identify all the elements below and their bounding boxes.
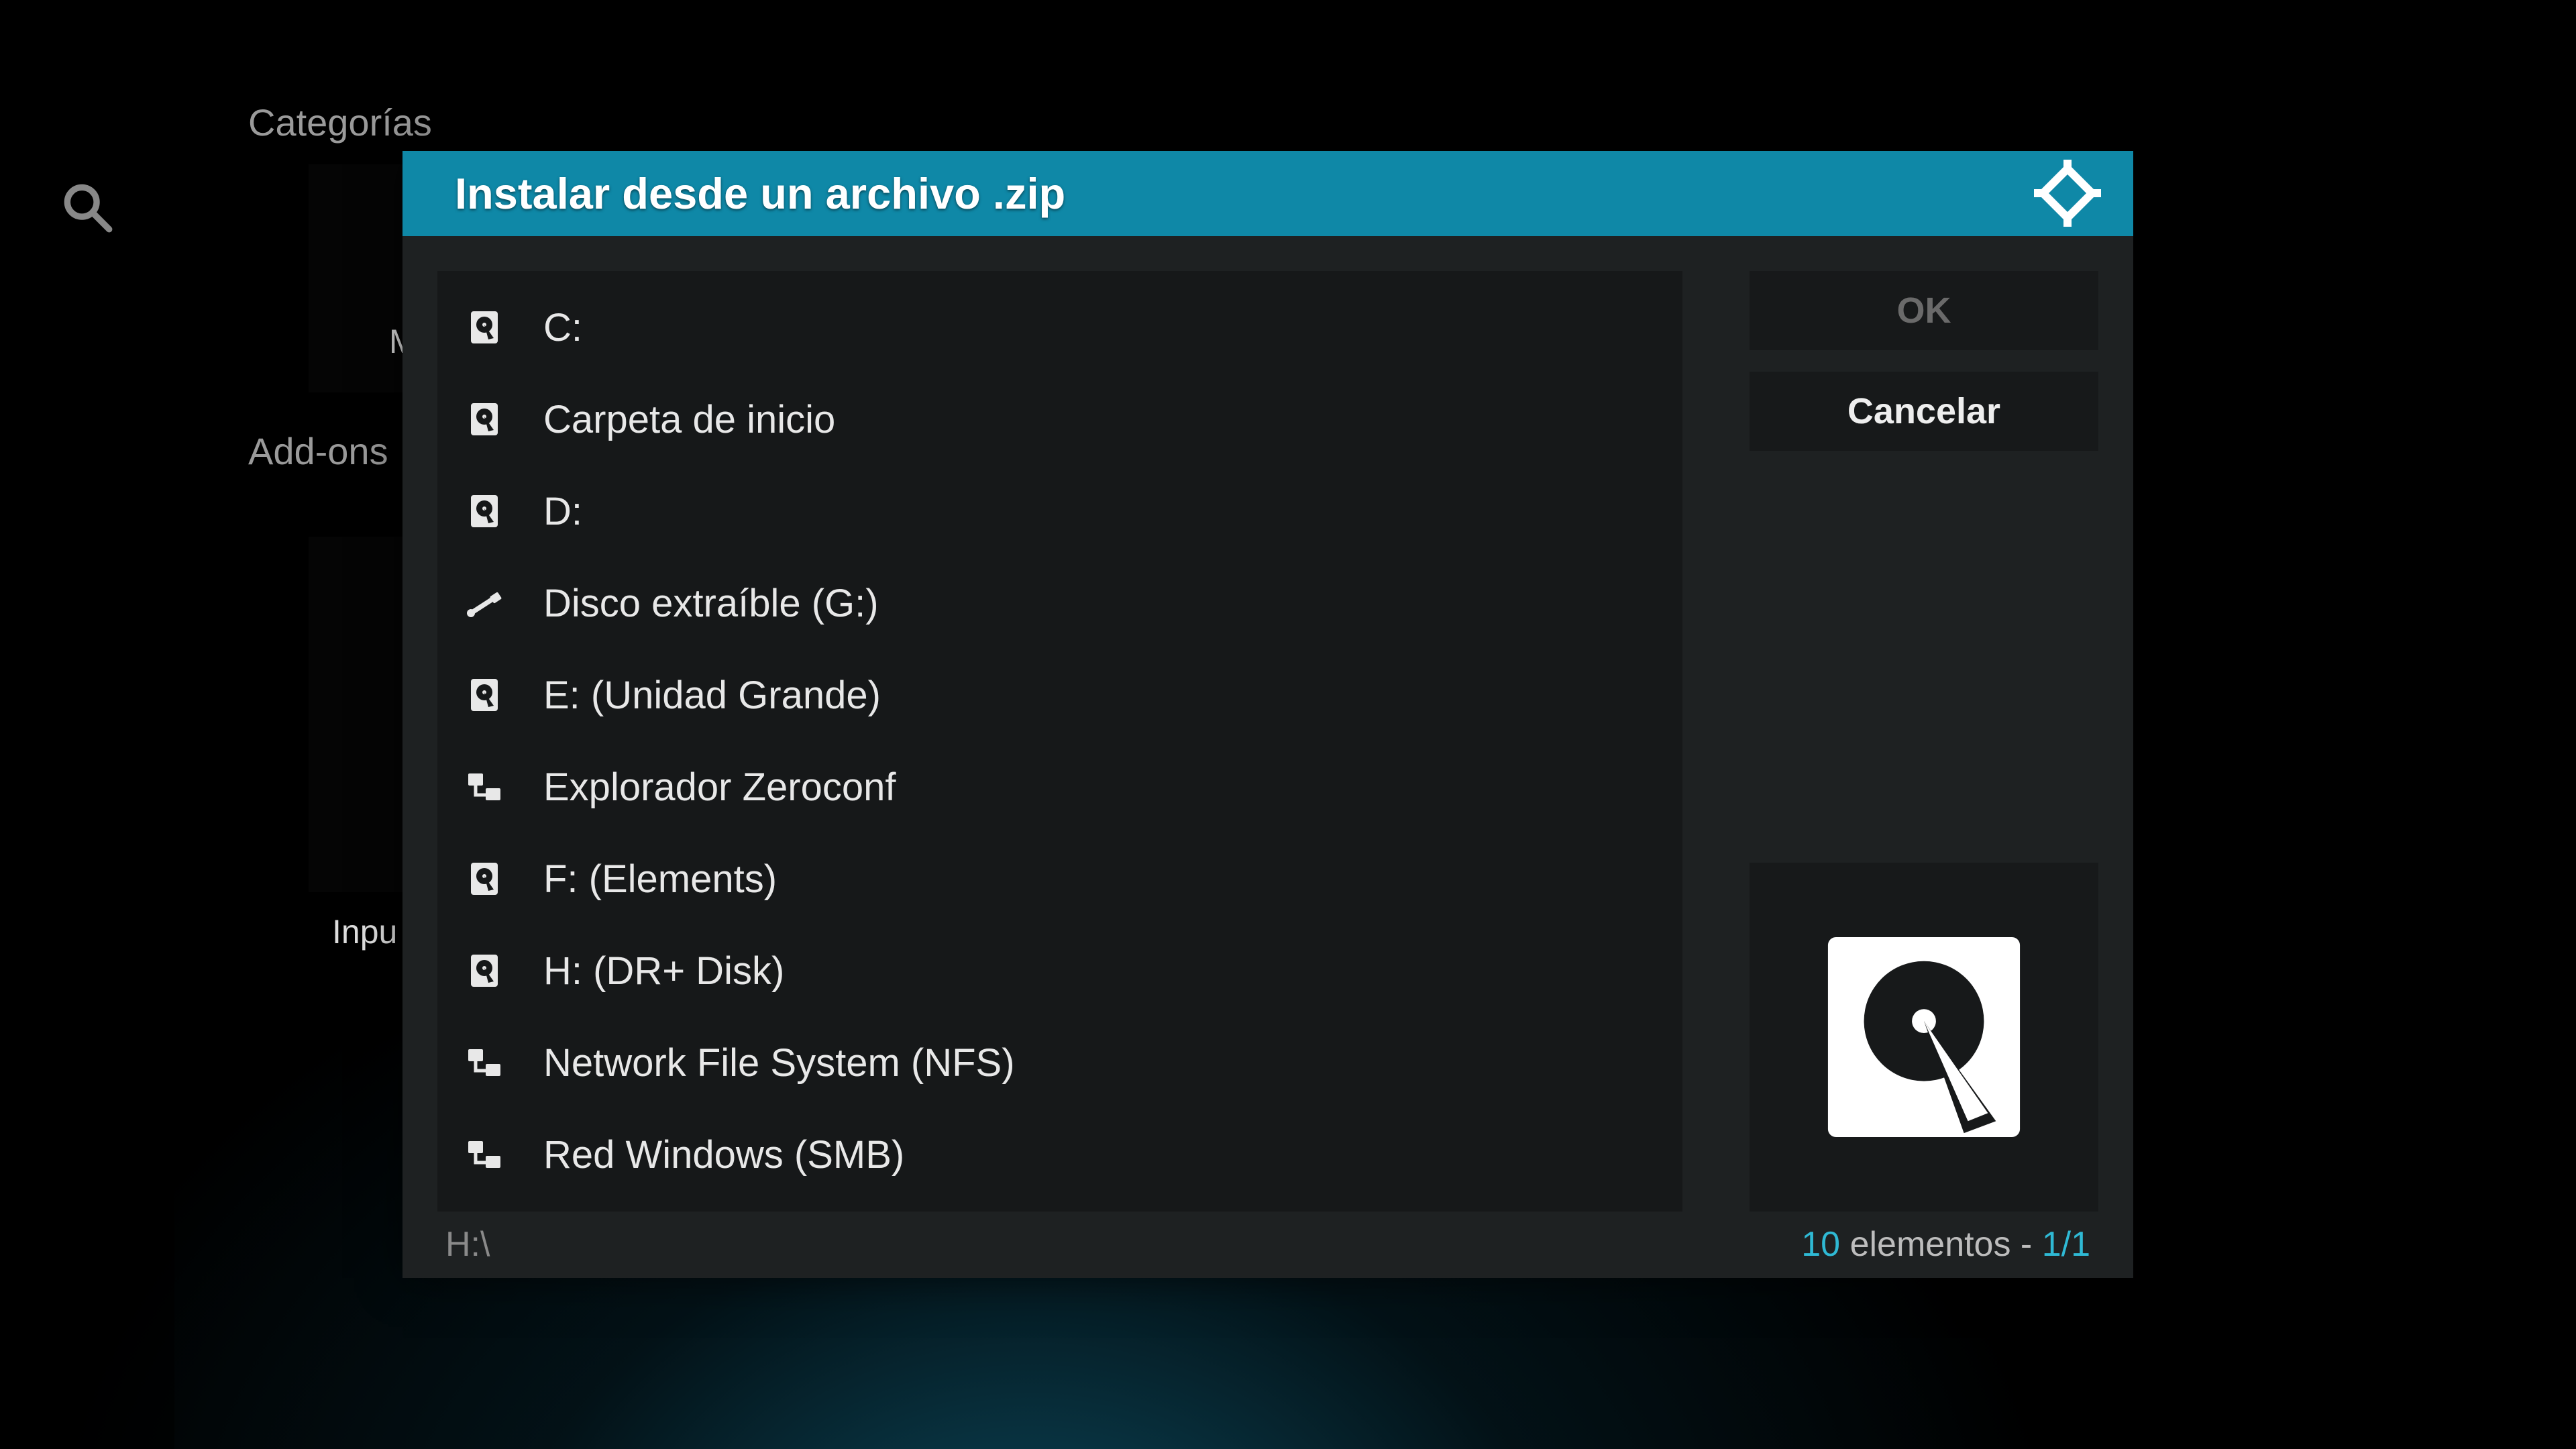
cancel-button[interactable]: Cancelar bbox=[1750, 372, 2098, 451]
file-list-item[interactable]: Explorador Zeroconf bbox=[437, 741, 1682, 833]
hdd-icon bbox=[466, 676, 503, 714]
file-list-item[interactable]: F: (Elements) bbox=[437, 833, 1682, 925]
file-item-label: F: (Elements) bbox=[543, 857, 777, 902]
dialog-header: Instalar desde un archivo .zip bbox=[402, 151, 2133, 236]
network-icon bbox=[466, 1044, 503, 1081]
file-list-item[interactable]: Disco extraíble (G:) bbox=[437, 557, 1682, 649]
file-item-label: Disco extraíble (G:) bbox=[543, 581, 879, 626]
file-item-label: Explorador Zeroconf bbox=[543, 765, 896, 810]
hdd-icon bbox=[466, 492, 503, 530]
dialog-title: Instalar desde un archivo .zip bbox=[455, 168, 1065, 219]
file-list-item[interactable]: E: (Unidad Grande) bbox=[437, 649, 1682, 741]
dialog-footer: H:\ 10 elementos - 1/1 bbox=[402, 1212, 2133, 1278]
count-word-text: elementos bbox=[1850, 1225, 2011, 1264]
file-item-label: D: bbox=[543, 489, 582, 534]
file-list: C: Carpeta de inicio D: Disco extraíble (G:… bbox=[437, 271, 1682, 1212]
search-icon[interactable] bbox=[61, 181, 113, 233]
kodi-logo-icon bbox=[2034, 160, 2101, 227]
file-list-item[interactable]: C: bbox=[437, 282, 1682, 374]
file-item-label: H: (DR+ Disk) bbox=[543, 949, 784, 994]
file-list-item[interactable]: D: bbox=[437, 466, 1682, 557]
file-list-item[interactable]: H: (DR+ Disk) bbox=[437, 925, 1682, 1017]
dialog-side-column: OK Cancelar bbox=[1750, 271, 2098, 1212]
count-number: 10 bbox=[1801, 1225, 1840, 1264]
categories-heading: Categorías bbox=[248, 101, 432, 144]
file-item-label: Network File System (NFS) bbox=[543, 1040, 1015, 1085]
current-path: H:\ bbox=[445, 1224, 490, 1265]
file-browser-dialog: Instalar desde un archivo .zip C: Carpeta… bbox=[402, 151, 2133, 1278]
usb-icon bbox=[466, 584, 503, 622]
dialog-body: C: Carpeta de inicio D: Disco extraíble (G:… bbox=[402, 236, 2133, 1212]
harddrive-icon bbox=[1823, 933, 2025, 1141]
file-list-item[interactable]: Network File System (NFS) bbox=[437, 1017, 1682, 1109]
network-icon bbox=[466, 1136, 503, 1173]
sidebar-rail bbox=[0, 0, 174, 1449]
hdd-icon bbox=[466, 309, 503, 346]
preview-panel bbox=[1750, 863, 2098, 1212]
item-count: 10 elementos - 1/1 bbox=[1801, 1224, 2090, 1265]
page-indicator: 1/1 bbox=[2042, 1225, 2090, 1264]
spacer bbox=[1750, 472, 2098, 841]
hdd-icon bbox=[466, 952, 503, 989]
background-tile-caption: Inpu bbox=[332, 912, 397, 951]
addons-heading: Add-ons bbox=[248, 429, 388, 473]
hdd-icon bbox=[466, 400, 503, 438]
file-item-label: Carpeta de inicio bbox=[543, 397, 835, 442]
count-separator: - bbox=[2010, 1225, 2041, 1264]
file-list-item[interactable]: Carpeta de inicio bbox=[437, 374, 1682, 466]
file-item-label: E: (Unidad Grande) bbox=[543, 673, 881, 718]
file-item-label: C: bbox=[543, 305, 582, 350]
hdd-icon bbox=[466, 860, 503, 898]
network-icon bbox=[466, 768, 503, 806]
ok-button[interactable]: OK bbox=[1750, 271, 2098, 350]
file-item-label: Red Windows (SMB) bbox=[543, 1132, 904, 1177]
file-list-item[interactable]: Red Windows (SMB) bbox=[437, 1109, 1682, 1201]
